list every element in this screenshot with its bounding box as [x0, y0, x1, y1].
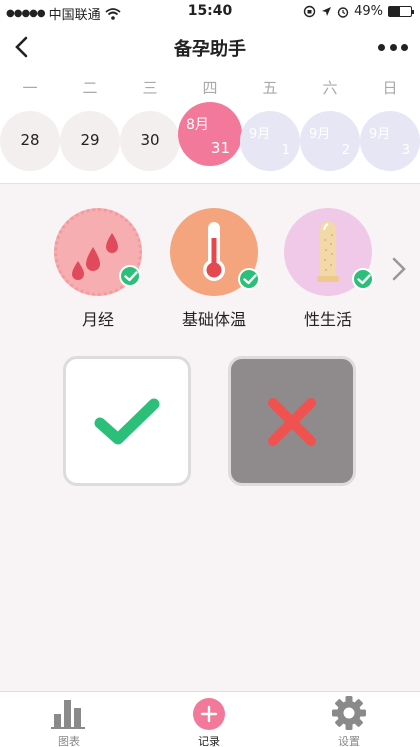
- weekday-tue: 二: [82, 79, 98, 97]
- gear-icon: [332, 696, 366, 730]
- tab-label: 设置: [338, 735, 360, 747]
- no-button[interactable]: [228, 356, 356, 486]
- date-number: 2: [341, 143, 350, 158]
- weekday-mon: 一: [22, 79, 38, 97]
- next-category-button[interactable]: [390, 256, 408, 282]
- date-month: 9月: [249, 127, 271, 142]
- nav-bar: 备孕助手: [0, 24, 420, 70]
- date-month: 8月: [186, 117, 209, 133]
- temperature-circle: [170, 208, 260, 296]
- weekday-wed: 三: [142, 79, 158, 97]
- more-dot-icon: [401, 43, 408, 51]
- date-30[interactable]: 30: [120, 111, 180, 171]
- date-28[interactable]: 28: [0, 111, 60, 171]
- bar-chart-icon: [51, 700, 85, 729]
- chevron-right-icon: [392, 257, 406, 281]
- date-row: 28 29 30 8月 31 9月 1 9月 2 9月 3: [0, 102, 420, 184]
- battery-icon: [388, 6, 414, 17]
- category-label: 基础体温: [181, 310, 246, 329]
- tab-bar: 图表 记录 设置: [0, 691, 420, 747]
- more-dot-icon: [378, 43, 385, 51]
- date-number: 31: [210, 139, 230, 157]
- date-number: 29: [80, 131, 100, 149]
- checkmark-badge-icon: [119, 265, 141, 287]
- alarm-icon: [337, 6, 349, 18]
- date-29[interactable]: 29: [60, 111, 120, 171]
- intimacy-circle: [284, 208, 374, 296]
- date-number: 3: [401, 143, 410, 158]
- tab-label: 图表: [58, 735, 80, 747]
- battery-level: [389, 7, 400, 16]
- tab-settings[interactable]: 设置: [304, 692, 394, 747]
- weekday-thu: 四: [202, 79, 218, 97]
- checkmark-badge-icon: [238, 268, 260, 290]
- rotation-lock-icon: [303, 5, 316, 18]
- week-header: 一 二 三 四 五 六 日: [0, 70, 420, 106]
- category-period[interactable]: 月经: [52, 208, 144, 330]
- tab-chart[interactable]: 图表: [24, 692, 114, 747]
- weekday-sat: 六: [322, 79, 338, 97]
- checkmark-badge-icon: [352, 268, 374, 290]
- status-right: 49%: [303, 4, 414, 19]
- date-sep-1[interactable]: 9月 1: [240, 111, 300, 171]
- category-label: 性生活: [303, 310, 352, 329]
- category-temperature[interactable]: 基础体温: [168, 208, 260, 330]
- add-icon: [193, 698, 225, 730]
- weekday-fri: 五: [262, 79, 278, 97]
- date-month: 9月: [369, 127, 391, 142]
- more-button[interactable]: [378, 36, 408, 58]
- yes-button[interactable]: [63, 356, 191, 486]
- location-icon: [322, 7, 332, 16]
- weekday-sun: 日: [382, 79, 398, 97]
- status-bar: ●●●●● 中国联通 15:40 49%: [0, 0, 420, 24]
- more-dot-icon: [389, 43, 397, 51]
- date-31-selected[interactable]: 8月 31: [178, 102, 242, 166]
- date-sep-2[interactable]: 9月 2: [300, 111, 360, 171]
- date-number: 1: [281, 143, 290, 158]
- tab-record[interactable]: 记录: [164, 692, 254, 747]
- date-month: 9月: [309, 127, 331, 142]
- date-sep-3[interactable]: 9月 3: [360, 111, 420, 171]
- cross-icon: [268, 398, 316, 446]
- period-circle: [54, 208, 142, 296]
- checkmark-icon: [94, 398, 160, 445]
- tab-label: 记录: [198, 735, 220, 747]
- battery-percent: 49%: [354, 4, 383, 19]
- category-intimacy[interactable]: 性生活: [282, 208, 374, 330]
- date-number: 30: [140, 131, 160, 149]
- date-number: 28: [20, 131, 40, 149]
- page-title: 备孕助手: [174, 39, 246, 60]
- category-label: 月经: [81, 310, 114, 329]
